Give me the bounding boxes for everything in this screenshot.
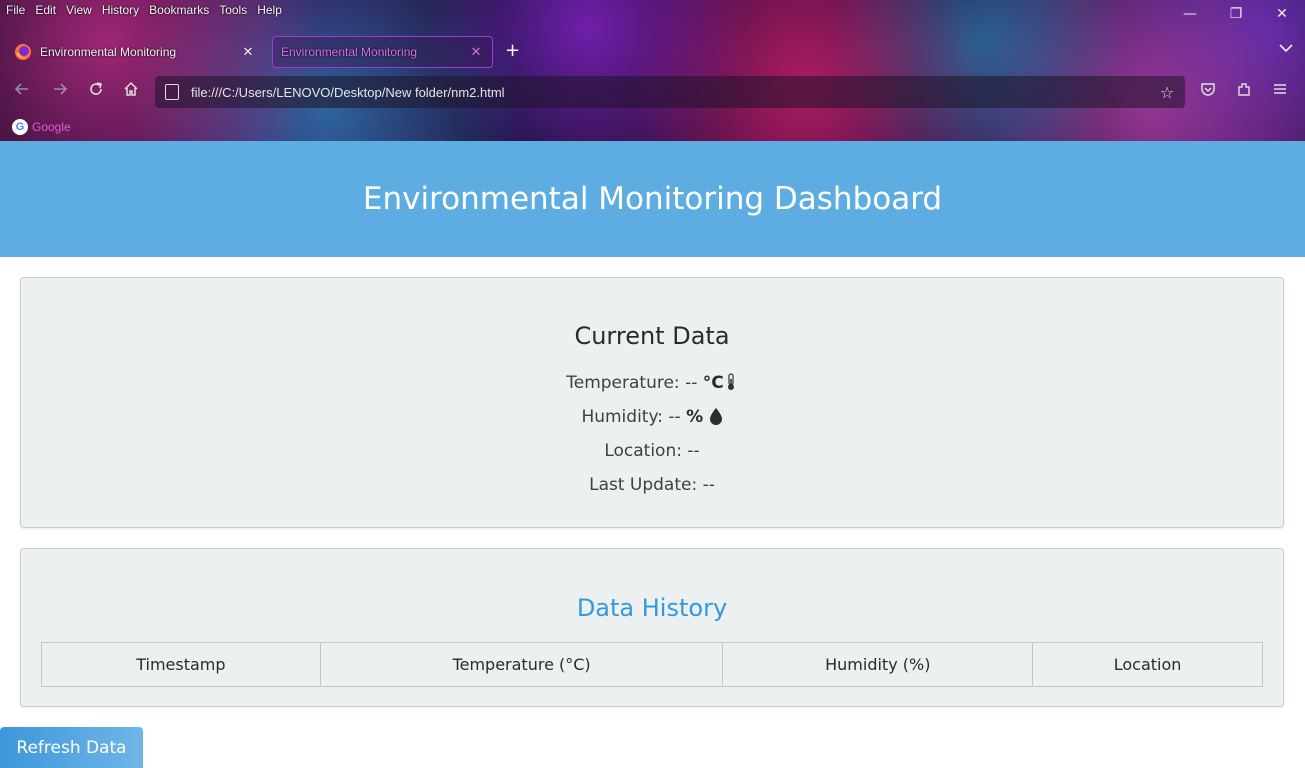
humidity-unit: %	[686, 407, 704, 427]
window-controls: — ❐ ✕	[1167, 0, 1305, 30]
page-icon	[165, 84, 179, 100]
extensions-icon[interactable]	[1232, 80, 1256, 104]
last-update-reading: Last Update: --	[21, 475, 1283, 495]
tab-environmental-monitoring-2[interactable]: Environmental Monitoring ✕	[272, 36, 493, 68]
back-arrow-icon[interactable]	[10, 80, 34, 104]
menu-help[interactable]: Help	[257, 2, 282, 18]
humidity-reading: Humidity: -- %	[21, 407, 1283, 427]
menu-view[interactable]: View	[66, 2, 92, 18]
page-header: Environmental Monitoring Dashboard	[0, 141, 1305, 257]
column-header-temperature: Temperature (°C)	[319, 642, 724, 687]
home-icon[interactable]	[119, 80, 143, 104]
temperature-label: Temperature:	[566, 373, 680, 393]
star-icon[interactable]: ☆	[1155, 83, 1179, 102]
menu-history[interactable]: History	[102, 2, 139, 18]
page-title: Environmental Monitoring Dashboard	[362, 181, 943, 217]
last-update-value: --	[702, 475, 715, 495]
close-window-button[interactable]: ✕	[1259, 0, 1305, 30]
thermometer-icon	[724, 373, 738, 391]
reload-icon[interactable]	[84, 80, 108, 104]
pocket-icon[interactable]	[1196, 80, 1220, 104]
menu-edit[interactable]: Edit	[35, 2, 56, 18]
current-data-panel: Current Data Temperature: -- °C Humidity…	[20, 277, 1284, 528]
refresh-data-button[interactable]: Refresh Data	[0, 727, 143, 768]
last-update-label: Last Update:	[589, 475, 698, 495]
chevron-down-icon[interactable]	[1279, 42, 1293, 56]
current-data-heading: Current Data	[574, 322, 730, 350]
bookmark-google[interactable]: Google	[32, 120, 71, 134]
url-bar[interactable]: file:///C:/Users/LENOVO/Desktop/New fold…	[155, 76, 1185, 108]
hamburger-menu-icon[interactable]	[1268, 80, 1292, 104]
nav-bar: file:///C:/Users/LENOVO/Desktop/New fold…	[0, 76, 1305, 108]
column-header-location: Location	[1032, 642, 1263, 687]
minimize-button[interactable]: —	[1167, 0, 1213, 30]
browser-chrome: File Edit View History Bookmarks Tools H…	[0, 0, 1305, 141]
url-text[interactable]: file:///C:/Users/LENOVO/Desktop/New fold…	[191, 85, 1155, 100]
humidity-label: Humidity:	[581, 407, 664, 427]
table-header-row: Timestamp Temperature (°C) Humidity (%) …	[41, 642, 1263, 687]
temperature-reading: Temperature: -- °C	[21, 373, 1283, 393]
menu-file[interactable]: File	[6, 2, 25, 18]
column-header-timestamp: Timestamp	[41, 642, 321, 687]
forward-arrow-icon[interactable]	[48, 80, 72, 104]
water-drop-icon	[709, 407, 723, 425]
location-value: --	[687, 441, 700, 461]
tab-title: Environmental Monitoring	[281, 45, 418, 59]
tab-close-icon[interactable]: ✕	[468, 45, 484, 60]
column-header-humidity: Humidity (%)	[722, 642, 1034, 687]
restore-button[interactable]: ❐	[1213, 0, 1259, 30]
firefox-icon	[14, 43, 32, 61]
tab-strip: Environmental Monitoring ✕ Environmental…	[0, 36, 1305, 68]
temperature-unit: °C	[702, 373, 724, 393]
tab-environmental-monitoring-1[interactable]: Environmental Monitoring ✕	[6, 36, 264, 68]
data-history-heading: Data History	[576, 594, 728, 622]
bookmarks-toolbar: G Google	[12, 118, 71, 136]
new-tab-button[interactable]: +	[505, 42, 520, 60]
menu-bar: File Edit View History Bookmarks Tools H…	[0, 2, 286, 18]
history-table: Timestamp Temperature (°C) Humidity (%) …	[41, 642, 1263, 687]
menu-tools[interactable]: Tools	[219, 2, 247, 18]
temperature-value: --	[685, 373, 698, 393]
menu-bookmarks[interactable]: Bookmarks	[149, 2, 209, 18]
tab-close-icon[interactable]: ✕	[240, 45, 256, 60]
data-history-panel: Data History Timestamp Temperature (°C) …	[20, 548, 1284, 707]
humidity-value: --	[668, 407, 681, 427]
location-label: Location:	[604, 441, 682, 461]
google-icon: G	[12, 119, 28, 135]
tab-title: Environmental Monitoring	[40, 45, 177, 59]
location-reading: Location: --	[21, 441, 1283, 461]
